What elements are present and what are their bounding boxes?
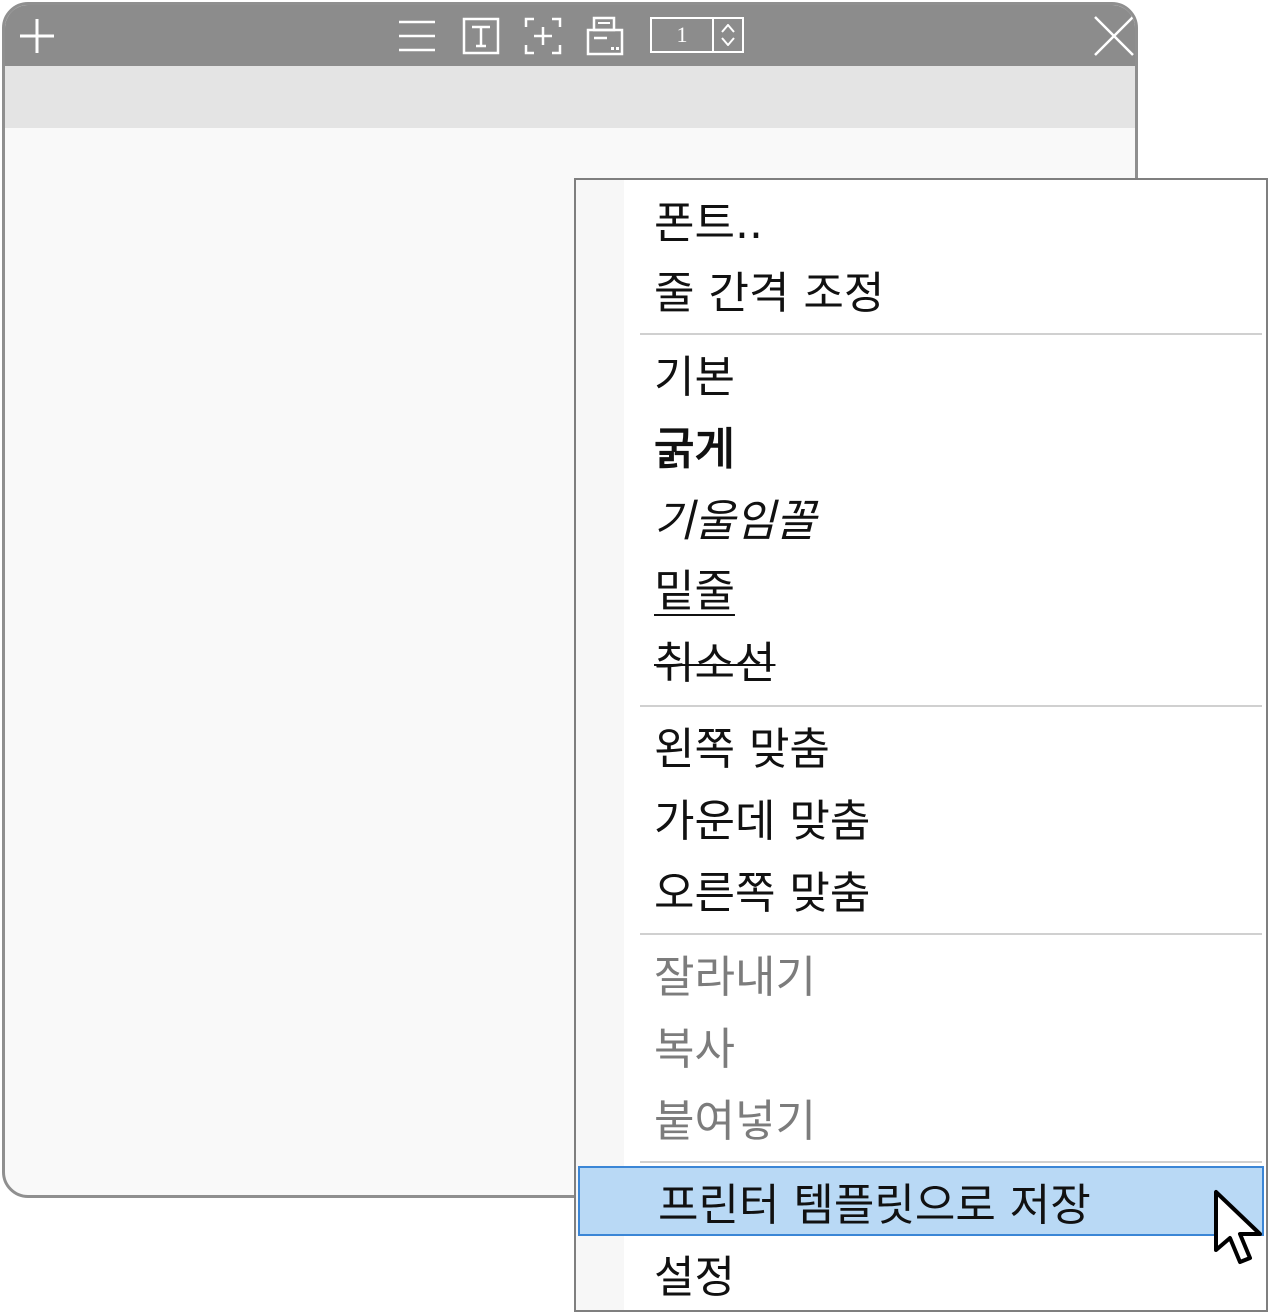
menu-item-paste: 붙여넣기	[654, 1096, 816, 1147]
plus-icon[interactable]	[17, 17, 57, 55]
menu-item-save-printer-template[interactable]: 프린터 템플릿으로 저장	[578, 1166, 1264, 1236]
menu-item-bold[interactable]: 굵게	[576, 410, 1266, 480]
menu-separator	[640, 933, 1262, 935]
spin-down-icon[interactable]	[721, 37, 735, 47]
page-number-stepper[interactable]: 1	[650, 17, 744, 53]
menu-item-font[interactable]: 폰트..	[576, 184, 1266, 254]
hamburger-menu-icon[interactable]	[397, 17, 437, 55]
printer-icon[interactable]	[585, 16, 625, 56]
add-frame-icon[interactable]	[523, 17, 563, 55]
menu-item-settings[interactable]: 설정	[576, 1238, 1266, 1308]
title-bar: 1	[5, 5, 1135, 66]
menu-item-strikethrough[interactable]: 취소선	[576, 624, 1266, 694]
menu-item-line-spacing[interactable]: 줄 간격 조정	[576, 254, 1266, 324]
menu-item-cut: 잘라내기	[654, 952, 816, 1003]
page-number-value[interactable]: 1	[652, 19, 714, 51]
spin-up-icon[interactable]	[721, 23, 735, 33]
ruler-bar	[5, 66, 1135, 128]
close-icon[interactable]	[1092, 15, 1135, 57]
mouse-pointer-icon	[1214, 1190, 1262, 1264]
menu-item-underline[interactable]: 밑줄	[576, 552, 1266, 622]
menu-item-normal[interactable]: 기본	[576, 338, 1266, 408]
menu-item-align-center[interactable]: 가운데 맞춤	[576, 782, 1266, 852]
menu-separator	[640, 1161, 1262, 1163]
menu-separator	[640, 705, 1262, 707]
text-box-icon[interactable]	[461, 17, 501, 55]
context-menu: 폰트.. 줄 간격 조정 기본 굵게 기울임꼴 밑줄 취소선 왼쪽 맞춤 가운데…	[574, 178, 1268, 1312]
menu-item-align-right[interactable]: 오른쪽 맞춤	[576, 854, 1266, 924]
menu-item-copy: 복사	[654, 1024, 735, 1075]
menu-separator	[640, 333, 1262, 335]
menu-item-italic[interactable]: 기울임꼴	[576, 482, 1266, 552]
menu-item-align-left[interactable]: 왼쪽 맞춤	[576, 710, 1266, 780]
